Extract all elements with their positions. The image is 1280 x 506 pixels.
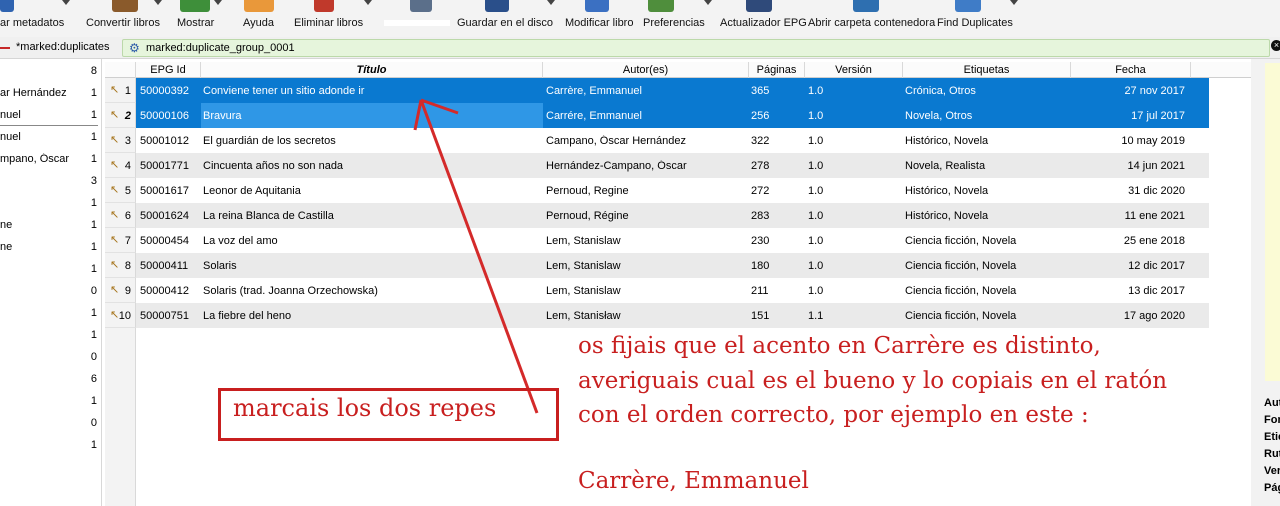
annotation-note-line: Carrère, Emmanuel (578, 468, 809, 494)
calibre-window: ar metadatos Convertir libros Mostrar Ay… (0, 0, 1280, 506)
annotation-note-line: os fijais que el acento en Carrère es di… (578, 333, 1101, 359)
annotation-box-text: marcais los dos repes (233, 394, 497, 422)
annotation-note-line: con el orden correcto, por ejemplo en es… (578, 402, 1089, 428)
annotation-note-line: averiguais cual es el bueno y lo copiais… (578, 368, 1168, 394)
annotation-box: marcais los dos repes (218, 388, 559, 441)
annotation-arrow (413, 98, 539, 414)
